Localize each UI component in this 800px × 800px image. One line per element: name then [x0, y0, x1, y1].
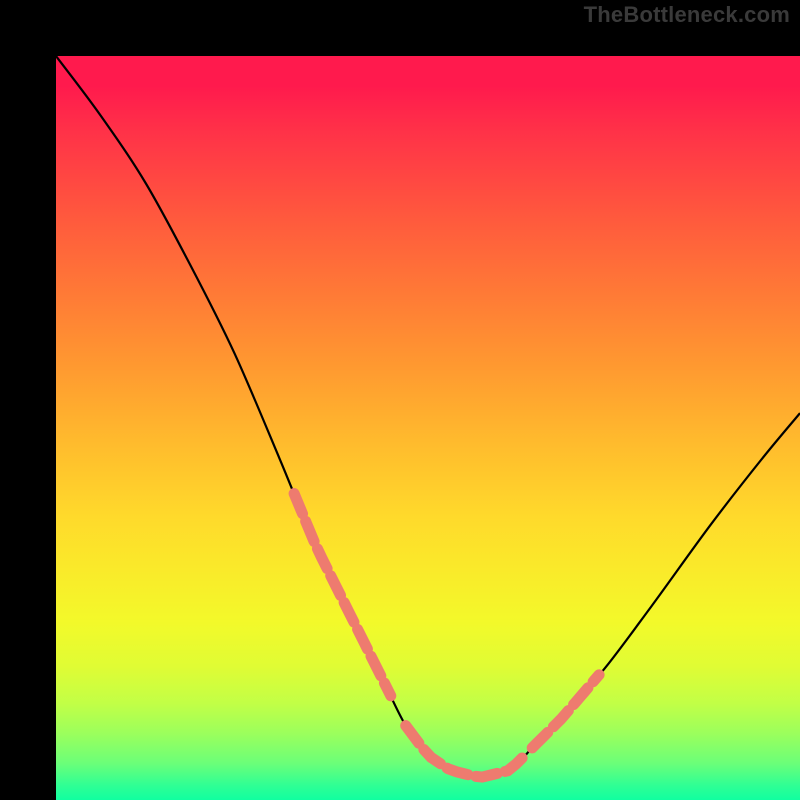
bottleneck-curve-path — [56, 56, 800, 778]
chart-frame — [0, 0, 800, 800]
plot-area — [56, 56, 800, 800]
watermark-label: TheBottleneck.com — [584, 2, 790, 28]
highlight-segment-left — [294, 494, 391, 696]
highlight-segment-right — [532, 675, 599, 748]
bottleneck-curve-svg — [56, 56, 800, 800]
highlight-segment-middle — [406, 726, 525, 778]
